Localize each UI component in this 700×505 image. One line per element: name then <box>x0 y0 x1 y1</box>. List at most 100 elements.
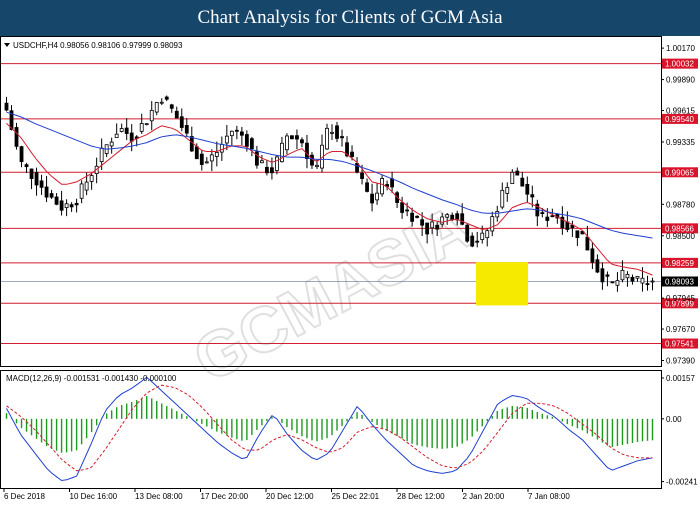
candle-body <box>244 134 249 147</box>
candle-body <box>615 280 620 286</box>
y-tick-label: 0.99890 <box>666 76 695 85</box>
candle-body <box>335 125 339 139</box>
candle-body <box>124 127 129 134</box>
candle-body <box>29 168 34 179</box>
candle-body <box>44 186 49 198</box>
x-tick-label: 7 Jan 08:00 <box>528 492 570 500</box>
candle-body <box>350 151 354 158</box>
macd-y-tick-label: -0.00241 <box>666 478 698 487</box>
candle-body <box>495 211 500 218</box>
candle-body <box>144 123 149 126</box>
x-tick-label: 20 Dec 12:00 <box>266 492 314 500</box>
candle-body <box>590 248 595 263</box>
candle-body <box>545 216 550 221</box>
candle-body <box>74 202 79 206</box>
candle-body <box>54 196 59 205</box>
candle-body <box>365 182 369 192</box>
candle-body <box>154 102 159 113</box>
y-tick-label: 0.99615 <box>666 106 695 115</box>
candle-body <box>19 146 24 163</box>
candle-body <box>199 153 204 165</box>
candle-body <box>635 275 640 279</box>
candle-body <box>99 147 104 162</box>
candle-body <box>295 135 299 140</box>
candle-body <box>270 167 274 174</box>
x-tick-label: 17 Dec 20:00 <box>201 492 249 500</box>
candle-body <box>179 116 184 128</box>
candle-body <box>184 124 189 134</box>
candle-body <box>229 130 234 137</box>
candle-body <box>84 181 89 191</box>
candle-body <box>510 171 515 184</box>
macd-y-tick-label: 0.00157 <box>666 374 695 383</box>
candle-body <box>129 132 134 142</box>
highlight-box <box>476 262 528 306</box>
candle-body <box>595 259 600 273</box>
candle-body <box>49 193 54 198</box>
candle-body <box>530 194 535 198</box>
candle-body <box>34 172 39 186</box>
level-price-text: 0.97541 <box>665 340 694 349</box>
x-tick-label: 13 Dec 08:00 <box>135 492 183 500</box>
candle-body <box>630 276 635 282</box>
y-tick-label: 0.99335 <box>666 138 695 147</box>
candle-body <box>485 230 490 239</box>
candle-body <box>79 183 84 199</box>
macd-legend-text: MACD(12,26,9) -0.001531 -0.001430 -0.000… <box>6 374 177 383</box>
y-tick-label: 1.00170 <box>666 44 695 53</box>
candle-body <box>24 164 29 168</box>
candle-body <box>69 204 74 208</box>
candle-body <box>325 127 329 150</box>
candle-body <box>645 283 650 286</box>
candle-body <box>114 133 119 138</box>
candle-body <box>625 274 630 279</box>
candle-body <box>375 192 379 201</box>
candle-body <box>224 135 229 144</box>
level-price-text: 0.99540 <box>665 115 694 124</box>
x-tick-label: 2 Jan 20:00 <box>463 492 505 500</box>
candle-body <box>640 277 645 284</box>
x-tick-label: 28 Dec 12:00 <box>397 492 445 500</box>
candle-body <box>159 101 164 104</box>
y-tick-label: 0.98780 <box>666 200 695 209</box>
candle-body <box>490 216 495 232</box>
candle-body <box>605 274 610 277</box>
candle-body <box>209 154 214 162</box>
candle-body <box>500 189 505 208</box>
candle-body <box>505 187 510 194</box>
candle-body <box>610 281 615 284</box>
candle-body <box>4 102 9 111</box>
candle-body <box>550 215 555 218</box>
y-tick-label: 0.98500 <box>666 232 695 241</box>
candle-body <box>259 160 264 164</box>
candle-body <box>305 142 309 160</box>
symbol-ohlc-text: USDCHF,H4 0.98056 0.98106 0.97999 0.9809… <box>13 41 183 50</box>
candle-body <box>480 232 485 240</box>
candle-body <box>540 212 545 215</box>
candle-body <box>149 109 154 122</box>
y-tick-label: 0.97390 <box>666 357 695 366</box>
candle-body <box>219 144 224 153</box>
x-tick-label: 6 Dec 2018 <box>4 492 45 500</box>
candle-body <box>204 161 209 164</box>
x-tick-label: 25 Dec 22:01 <box>332 492 380 500</box>
time-axis: 6 Dec 2018 10 Dec 16:00 13 Dec 08:00 17 Dec… <box>3 488 570 501</box>
candle-body <box>520 177 525 187</box>
candle-body <box>119 128 124 132</box>
candle-body <box>265 166 269 174</box>
candle-body <box>380 178 384 195</box>
current-price-text: 0.98093 <box>665 278 694 287</box>
chart-banner-title: Chart Analysis for Clients of GCM Asia <box>0 0 700 36</box>
candle-body <box>360 172 364 179</box>
chart-area: 1.00032 0.99540 0.99065 0.98566 0.98259 0.978… <box>0 36 700 501</box>
candle-body <box>315 164 319 167</box>
level-price-text: 0.99065 <box>665 168 694 177</box>
candle-body <box>59 200 64 211</box>
level-price-text: 1.00032 <box>665 60 694 69</box>
candle-body <box>650 280 655 283</box>
candle-body <box>164 96 169 100</box>
candle-body <box>340 136 344 139</box>
level-price-text: 0.98259 <box>665 259 694 268</box>
candle-body <box>39 180 44 188</box>
candle-body <box>275 156 279 171</box>
